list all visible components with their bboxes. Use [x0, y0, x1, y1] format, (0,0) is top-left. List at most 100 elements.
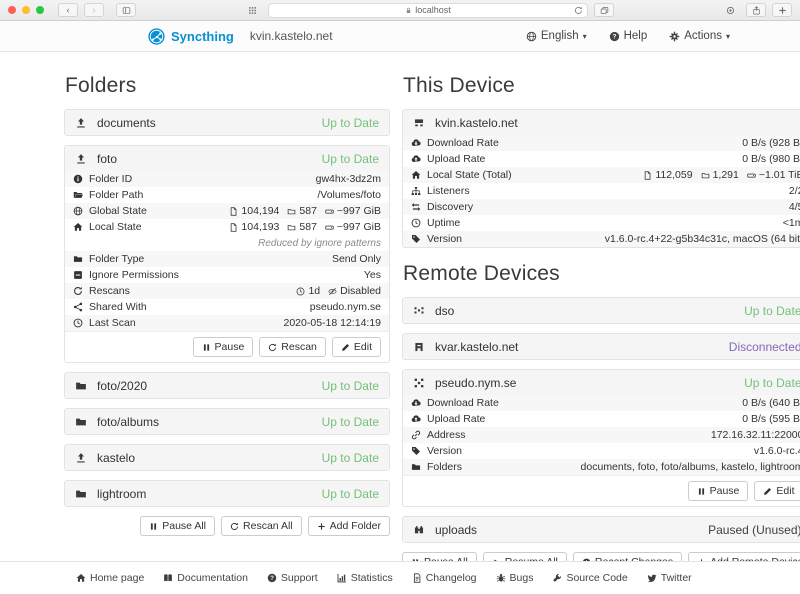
cloud-download-icon: [411, 398, 421, 408]
cloud-download-icon: [411, 138, 421, 148]
device-identicon: [413, 117, 425, 129]
device-row-uploads[interactable]: uploads Paused (Unused): [403, 517, 800, 542]
folder-type-row: Folder Type Send Only: [65, 251, 389, 267]
device-row-kvar[interactable]: kvar.kastelo.net Disconnected: [403, 334, 800, 359]
folder-row-documents[interactable]: documents Up to Date: [65, 110, 389, 135]
discovery-value: 4/5: [789, 201, 800, 213]
footer-link-home[interactable]: Home page: [76, 572, 144, 584]
language-label: English: [541, 30, 579, 42]
folder-row-foto2020[interactable]: foto/2020 Up to Date: [65, 373, 389, 398]
footer-link-changelog[interactable]: Changelog: [412, 572, 477, 584]
folder-row-lightroom[interactable]: lightroom Up to Date: [65, 481, 389, 506]
forward-button[interactable]: ›: [84, 3, 104, 17]
download-rate-value: 0 B/s (640 B): [742, 397, 800, 409]
question-icon: [267, 573, 277, 583]
caret-down-icon: ▾: [583, 32, 587, 41]
pause-folder-button[interactable]: Pause: [193, 337, 254, 357]
this-device-details: Download Rate 0 B/s (928 B) Upload Rate …: [403, 135, 800, 247]
plus-icon: [317, 522, 326, 531]
last-scan-row: Last Scan 2020-05-18 12:14:19: [65, 315, 389, 331]
address-bar[interactable]: localhost: [268, 3, 588, 18]
uptime-value: <1m: [783, 217, 800, 229]
device-status: Paused (Unused): [708, 523, 800, 537]
home-icon: [411, 170, 421, 180]
this-device-panel: kvin.kastelo.net Download Rate 0 B/s (92…: [402, 109, 800, 248]
uptime-row: Uptime <1m: [403, 215, 800, 231]
language-menu[interactable]: English ▾: [526, 30, 587, 42]
device-row-dso[interactable]: dso Up to Date: [403, 298, 800, 323]
folder-row-fotoalbums[interactable]: foto/albums Up to Date: [65, 409, 389, 434]
help-menu[interactable]: Help: [609, 30, 648, 42]
plus-icon: [778, 6, 787, 15]
sidebar-toggle-button[interactable]: [116, 3, 136, 17]
add-folder-button[interactable]: Add Folder: [308, 516, 390, 536]
remote-devices-title: Remote Devices: [403, 262, 800, 286]
upload-rate-value: 0 B/s (980 B): [742, 153, 800, 165]
shared-with-value: pseudo.nym.se: [310, 301, 381, 313]
folder-row-kastelo[interactable]: kastelo Up to Date: [65, 445, 389, 470]
brand[interactable]: Syncthing: [148, 28, 234, 45]
footer-link-bugs[interactable]: Bugs: [496, 572, 534, 584]
sidebar-icon: [122, 6, 131, 15]
ignore-patterns-note: Reduced by ignore patterns: [65, 235, 389, 251]
folder-status: Up to Date: [322, 487, 379, 501]
edit-device-button[interactable]: Edit: [754, 481, 800, 501]
link-icon: [411, 430, 421, 440]
new-tab-button[interactable]: [772, 3, 792, 17]
device-identicon: [413, 305, 425, 317]
share-button[interactable]: [746, 3, 766, 17]
extension-button[interactable]: [720, 3, 740, 17]
download-rate-value: 0 B/s (928 B): [742, 137, 800, 149]
device-identicon: [413, 341, 425, 353]
this-device-row[interactable]: kvin.kastelo.net: [403, 110, 800, 135]
tag-icon: [411, 234, 421, 244]
share-icon: [752, 6, 761, 15]
device-row-pseudo[interactable]: pseudo.nym.se Up to Date: [403, 370, 800, 395]
device-status: Disconnected: [729, 340, 800, 354]
eye-slash-icon: [328, 287, 337, 296]
pause-device-button[interactable]: Pause: [688, 481, 749, 501]
device-name: pseudo.nym.se: [435, 376, 516, 390]
device-panel-uploads: uploads Paused (Unused): [402, 516, 800, 543]
folder-panel-foto: foto Up to Date Folder ID gw4hx-3dz2m Fo…: [64, 145, 390, 363]
folders-title: Folders: [65, 74, 390, 98]
upload-rate-row: Upload Rate 0 B/s (595 B): [403, 411, 800, 427]
local-state-total-row: Local State (Total) 112,059 1,291 ~1.01 …: [403, 167, 800, 183]
refresh-icon[interactable]: [574, 6, 583, 15]
info-icon: [73, 174, 83, 184]
global-files: 104,194: [241, 205, 279, 217]
local-files: 104,193: [241, 221, 279, 233]
minimize-window-button[interactable]: [22, 6, 30, 14]
show-tabs-button[interactable]: [594, 3, 614, 17]
device-name: kvar.kastelo.net: [435, 340, 518, 354]
version-value: v1.6.0-rc.4: [754, 445, 800, 457]
close-window-button[interactable]: [8, 6, 16, 14]
pencil-icon: [763, 487, 772, 496]
rescan-all-button[interactable]: Rescan All: [221, 516, 302, 536]
actions-menu[interactable]: Actions ▾: [669, 30, 730, 42]
global-dirs: 587: [299, 205, 317, 217]
tab-overview-grid-button[interactable]: [242, 3, 262, 17]
pause-icon: [697, 487, 706, 496]
footer-link-documentation[interactable]: Documentation: [163, 572, 248, 584]
folder-row-foto[interactable]: foto Up to Date: [65, 146, 389, 171]
pause-all-folders-button[interactable]: Pause All: [140, 516, 215, 536]
footer-link-statistics[interactable]: Statistics: [337, 572, 393, 584]
total-size: ~1.01 TiB: [759, 169, 800, 181]
footer-link-support[interactable]: Support: [267, 572, 318, 584]
tabs-icon: [600, 6, 609, 15]
footer-link-twitter[interactable]: Twitter: [647, 572, 692, 584]
back-button[interactable]: ‹: [58, 3, 78, 17]
zoom-window-button[interactable]: [36, 6, 44, 14]
footer-link-source-code[interactable]: Source Code: [552, 572, 627, 584]
clock-icon: [73, 318, 83, 328]
folder-id-value: gw4hx-3dz2m: [316, 173, 381, 185]
folder-icon: [411, 462, 421, 472]
rescan-folder-button[interactable]: Rescan: [259, 337, 326, 357]
navbar-device-name: kvin.kastelo.net: [250, 29, 333, 43]
edit-folder-button[interactable]: Edit: [332, 337, 381, 357]
device-name: uploads: [435, 523, 477, 537]
last-scan-value: 2020-05-18 12:14:19: [284, 317, 382, 329]
sitemap-icon: [411, 186, 421, 196]
send-only-folder-icon: [75, 153, 87, 165]
